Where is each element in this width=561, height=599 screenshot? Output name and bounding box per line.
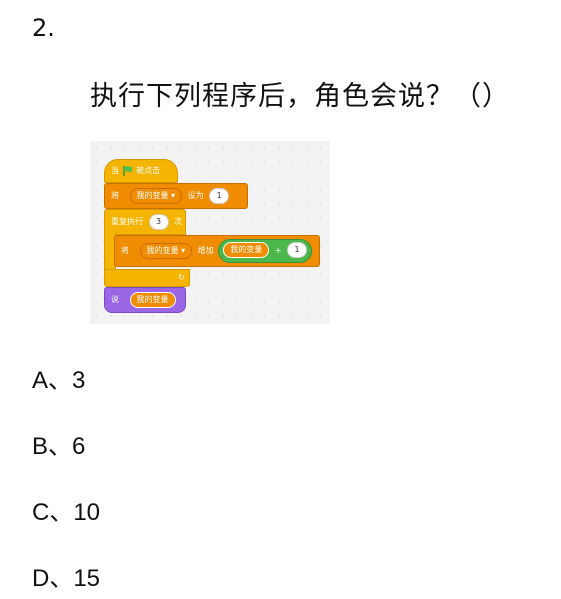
add-operator-block[interactable]: 我的变量 + 1 (218, 238, 312, 263)
change-prefix: 将 (121, 246, 129, 255)
plus-label: + (274, 245, 282, 255)
loop-arrow-icon: ↻ (178, 273, 185, 282)
change-variable-dropdown[interactable]: 我的变量 ▾ (139, 242, 193, 259)
variable-name: 我的变量 (136, 190, 169, 200)
repeat-count-input[interactable]: 3 (148, 213, 169, 230)
when-flag-clicked-block[interactable]: 当 被点击 (104, 159, 178, 183)
green-flag-icon (122, 165, 132, 176)
choice-b[interactable]: B、6 (32, 426, 85, 461)
change-label: 增加 (197, 246, 214, 255)
repeat-block[interactable]: 重复执行 3 次 (104, 209, 186, 235)
set-value-input[interactable]: 1 (209, 187, 230, 204)
choice-c[interactable]: C、10 (32, 492, 100, 527)
dropdown-arrow-icon: ▾ (181, 245, 186, 255)
repeat-block-footer: ↻ (104, 269, 190, 287)
set-variable-block[interactable]: 将 我的变量 ▾ 设为 1 (104, 183, 248, 209)
dropdown-arrow-icon: ▾ (171, 190, 176, 200)
question-number: 2. (32, 14, 55, 42)
operator-variable-reporter[interactable]: 我的变量 (223, 242, 270, 258)
say-variable-reporter[interactable]: 我的变量 (129, 291, 176, 308)
choice-d[interactable]: D、15 (32, 558, 100, 593)
variable-dropdown[interactable]: 我的变量 ▾ (129, 187, 183, 204)
question-text: 执行下列程序后，角色会说？（） (90, 81, 510, 112)
choice-a[interactable]: A、3 (32, 360, 85, 395)
say-block[interactable]: 说 我的变量 (104, 287, 186, 313)
repeat-suffix: 次 (174, 217, 183, 226)
clicked-label: 被点击 (136, 166, 161, 175)
change-variable-block[interactable]: 将 我的变量 ▾ 增加 我的变量 + 1 (114, 235, 320, 267)
add-value-input[interactable]: 1 (287, 242, 307, 258)
set-prefix: 将 (111, 191, 119, 200)
when-label: 当 (111, 166, 119, 175)
scratch-code-panel: 当 被点击 将 我的变量 ▾ 设为 1 重复执行 3 次 ↻ 将 我的变量 ▾ … (90, 141, 330, 324)
set-to-label: 设为 (187, 191, 204, 200)
repeat-label: 重复执行 (111, 217, 143, 226)
say-label: 说 (111, 295, 119, 304)
change-variable-name: 我的变量 (146, 245, 179, 255)
